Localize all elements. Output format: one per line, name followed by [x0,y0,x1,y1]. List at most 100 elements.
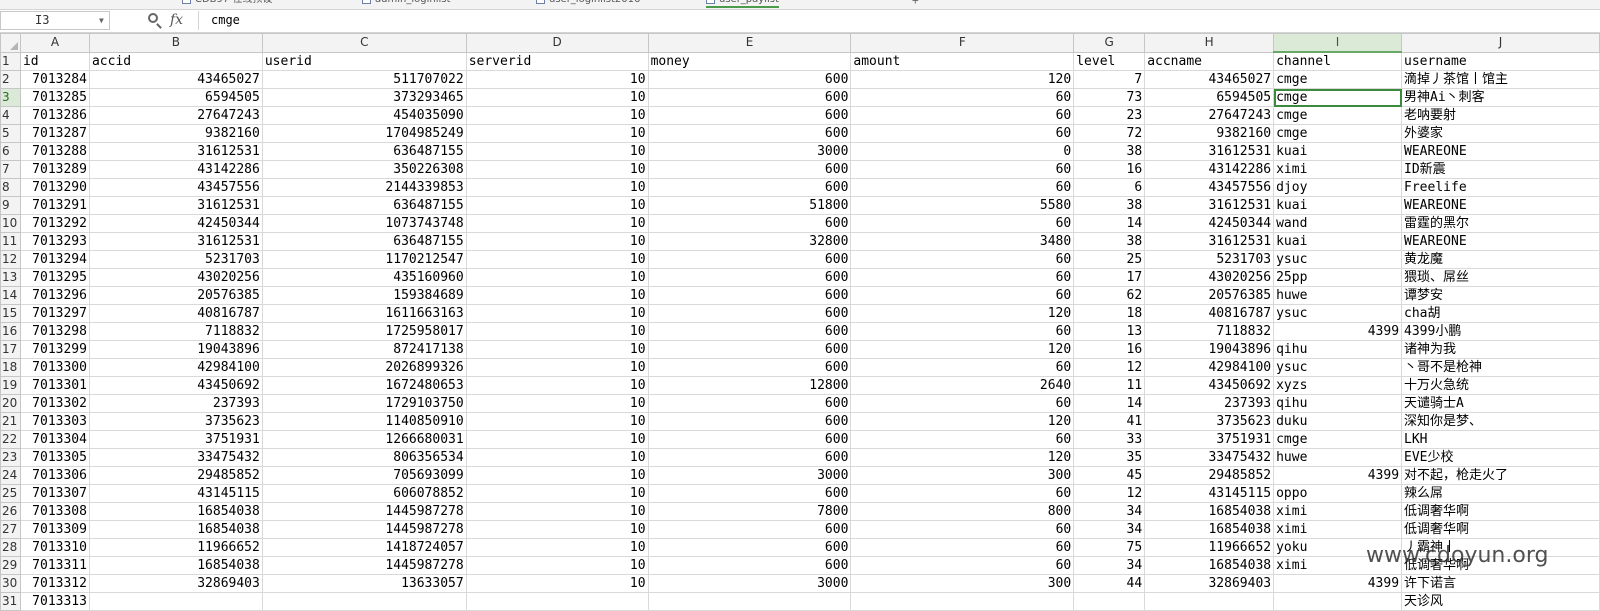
cell-G30[interactable]: 44 [1073,574,1146,593]
cell-C25[interactable]: 606078852 [261,484,467,503]
cell-F28[interactable]: 60 [850,538,1075,557]
cell-B24[interactable]: 29485852 [88,466,263,485]
cell-F10[interactable]: 60 [850,214,1075,233]
cell-G13[interactable]: 17 [1073,268,1146,287]
cell-D8[interactable]: 10 [465,178,649,197]
cell-C23[interactable]: 806356534 [261,448,467,467]
cell-E23[interactable]: 600 [647,448,852,467]
cell-I6[interactable]: kuai [1273,142,1403,161]
row-header-7[interactable]: 7 [0,160,21,179]
cell-J17[interactable]: 诸神为我 [1401,340,1600,359]
cell-E30[interactable]: 3000 [647,574,852,593]
column-header-G[interactable]: G [1073,33,1146,53]
cell-B23[interactable]: 33475432 [88,448,263,467]
cell-I8[interactable]: djoy [1273,178,1403,197]
cell-D16[interactable]: 10 [465,322,649,341]
cell-C13[interactable]: 435160960 [261,268,467,287]
add-sheet-icon[interactable]: + [912,0,919,7]
row-header-22[interactable]: 22 [0,430,21,449]
cell-B5[interactable]: 9382160 [88,124,263,143]
cell-B2[interactable]: 43465027 [88,70,263,89]
cell-A27[interactable]: 7013309 [19,520,90,539]
cell-C2[interactable]: 511707022 [261,70,467,89]
row-header-4[interactable]: 4 [0,106,21,125]
row-header-1[interactable]: 1 [0,51,21,71]
cell-G28[interactable]: 75 [1073,538,1146,557]
cell-J9[interactable]: WEAREONE [1401,196,1600,215]
cell-H22[interactable]: 3751931 [1144,430,1275,449]
cell-F18[interactable]: 60 [850,358,1075,377]
cell-E12[interactable]: 600 [647,250,852,269]
column-header-E[interactable]: E [647,33,852,53]
cell-B28[interactable]: 11966652 [88,538,263,557]
cell-C24[interactable]: 705693099 [261,466,467,485]
cell-C30[interactable]: 13633057 [261,574,467,593]
cell-B4[interactable]: 27647243 [88,106,263,125]
cell-A7[interactable]: 7013289 [19,160,90,179]
cell-B29[interactable]: 16854038 [88,556,263,575]
sheet-tab-2[interactable]: user_loginlist2016 [536,0,640,6]
cell-C28[interactable]: 1418724057 [261,538,467,557]
cell-D2[interactable]: 10 [465,70,649,89]
cell-D23[interactable]: 10 [465,448,649,467]
cell-B30[interactable]: 32869403 [88,574,263,593]
cell-F6[interactable]: 0 [850,142,1075,161]
cell-B8[interactable]: 43457556 [88,178,263,197]
cell-J31[interactable]: 天诊风 [1401,592,1600,611]
cell-H19[interactable]: 43450692 [1144,376,1275,395]
cell-H15[interactable]: 40816787 [1144,304,1275,323]
cell-B26[interactable]: 16854038 [88,502,263,521]
cell-B13[interactable]: 43020256 [88,268,263,287]
cell-G17[interactable]: 16 [1073,340,1146,359]
cell-E2[interactable]: 600 [647,70,852,89]
cell-D11[interactable]: 10 [465,232,649,251]
cell-F12[interactable]: 60 [850,250,1075,269]
cell-F30[interactable]: 300 [850,574,1075,593]
cell-G10[interactable]: 14 [1073,214,1146,233]
cell-F1[interactable]: amount [850,51,1075,71]
cell-H26[interactable]: 16854038 [1144,502,1275,521]
cell-E29[interactable]: 600 [647,556,852,575]
cell-H28[interactable]: 11966652 [1144,538,1275,557]
cell-C17[interactable]: 872417138 [261,340,467,359]
cell-I20[interactable]: qihu [1273,394,1403,413]
cell-E13[interactable]: 600 [647,268,852,287]
cell-D29[interactable]: 10 [465,556,649,575]
row-header-8[interactable]: 8 [0,178,21,197]
cell-J11[interactable]: WEAREONE [1401,232,1600,251]
row-header-11[interactable]: 11 [0,232,21,251]
row-header-6[interactable]: 6 [0,142,21,161]
cell-C18[interactable]: 2026899326 [261,358,467,377]
cell-G15[interactable]: 18 [1073,304,1146,323]
cell-I23[interactable]: huwe [1273,448,1403,467]
cell-A12[interactable]: 7013294 [19,250,90,269]
sheet-tab-0[interactable]: CDB97 在线预设 [182,0,272,6]
cell-I14[interactable]: huwe [1273,286,1403,305]
cell-E15[interactable]: 600 [647,304,852,323]
cell-D27[interactable]: 10 [465,520,649,539]
cell-D3[interactable]: 10 [465,88,649,107]
cell-B12[interactable]: 5231703 [88,250,263,269]
cell-C3[interactable]: 373293465 [261,88,467,107]
cell-D20[interactable]: 10 [465,394,649,413]
cell-E22[interactable]: 600 [647,430,852,449]
cell-E10[interactable]: 600 [647,214,852,233]
row-header-23[interactable]: 23 [0,448,21,467]
cell-H21[interactable]: 3735623 [1144,412,1275,431]
chevron-down-icon[interactable]: ▼ [99,16,104,25]
cell-B17[interactable]: 19043896 [88,340,263,359]
cell-I30[interactable]: 4399 [1273,574,1403,593]
cell-J12[interactable]: 黄龙魔 [1401,250,1600,269]
cell-F26[interactable]: 800 [850,502,1075,521]
cell-G8[interactable]: 6 [1073,178,1146,197]
cell-G21[interactable]: 41 [1073,412,1146,431]
cell-G5[interactable]: 72 [1073,124,1146,143]
row-header-30[interactable]: 30 [0,574,21,593]
cell-F14[interactable]: 60 [850,286,1075,305]
cell-E6[interactable]: 3000 [647,142,852,161]
search-icon[interactable] [148,13,158,23]
row-header-18[interactable]: 18 [0,358,21,377]
cell-D26[interactable]: 10 [465,502,649,521]
column-header-H[interactable]: H [1144,33,1275,53]
cell-J20[interactable]: 天谴骑士A [1401,394,1600,413]
